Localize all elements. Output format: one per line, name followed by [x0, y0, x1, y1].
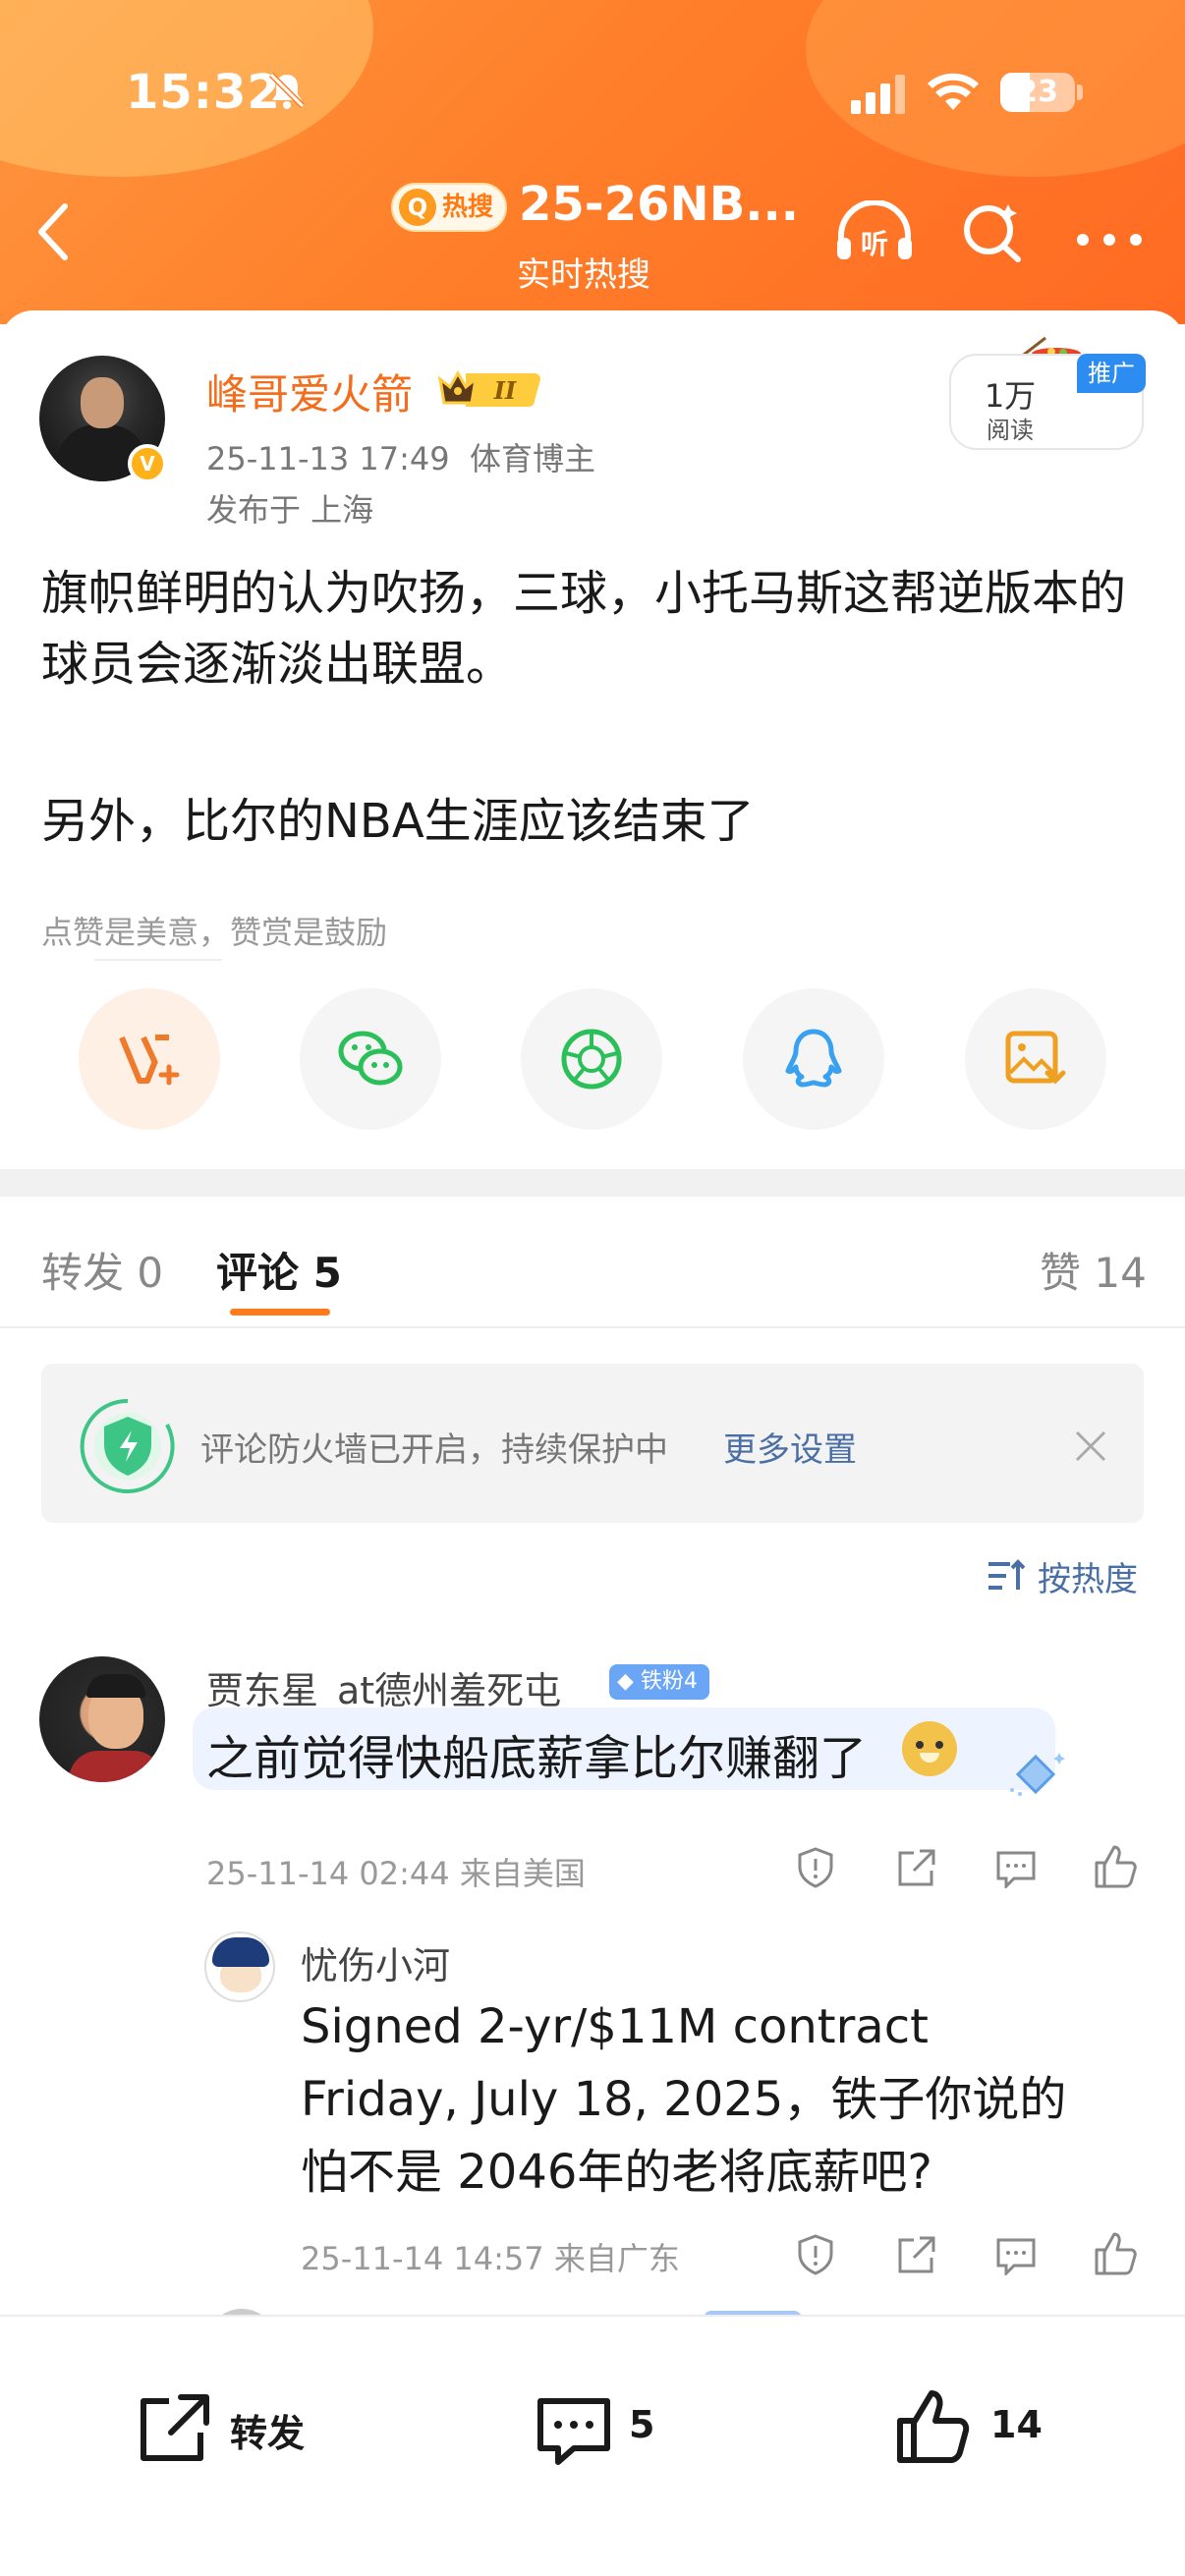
hint-divider — [94, 959, 222, 961]
reward-button[interactable] — [79, 988, 220, 1130]
share-icon[interactable] — [894, 2234, 937, 2277]
notice-text: 评论防火墙已开启，持续保护中 — [200, 1430, 668, 1470]
comment-count[interactable]: 5 — [629, 2403, 654, 2446]
report-icon[interactable] — [794, 2232, 837, 2275]
reward-v-icon — [119, 1035, 180, 1086]
active-tab-indicator — [230, 1309, 330, 1316]
moments-aperture-icon — [561, 1029, 622, 1090]
doge-emoji-icon — [902, 1721, 957, 1776]
firewall-notice: 评论防火墙已开启，持续保护中 更多设置 — [41, 1364, 1144, 1523]
tab-repost[interactable]: 转发 0 — [41, 1240, 163, 1300]
status-time: 15:32 — [126, 65, 281, 120]
reply-icon[interactable] — [994, 2236, 1038, 2275]
hot-search-tag[interactable]: Q 热搜 — [391, 183, 508, 232]
post-paragraph-2: 另外，比尔的NBA生涯应该结束了 — [41, 794, 755, 849]
listen-headphones-icon[interactable]: 听 — [833, 200, 916, 263]
flame-icon: Q — [399, 189, 436, 226]
save-image-button[interactable] — [965, 988, 1106, 1130]
commenter-name[interactable]: 贾东星_at德州羞死屯 — [206, 1660, 561, 1714]
tab-divider — [0, 1326, 1185, 1328]
commenter-avatar[interactable] — [39, 1656, 165, 1782]
member-crown-icon[interactable]: II — [436, 365, 546, 409]
page-title: 25-26NB... — [519, 177, 799, 232]
post-location: 发布于 上海 — [206, 491, 374, 529]
share-wechat-button[interactable] — [300, 988, 441, 1130]
wifi-icon — [926, 71, 981, 114]
comment-icon[interactable] — [535, 2395, 613, 2468]
battery-icon: 23 — [1000, 73, 1075, 112]
share-qq-button[interactable] — [743, 988, 884, 1130]
qq-penguin-icon — [785, 1029, 842, 1088]
replier-avatar[interactable] — [204, 1932, 275, 2002]
mute-bell-icon — [265, 69, 309, 112]
repost-label[interactable]: 转发 — [230, 2403, 305, 2457]
reply-text: Signed 2-yr/$11M contract Friday, July 1… — [301, 1999, 1067, 2200]
reply-meta: 25-11-14 14:57 来自广东 — [301, 2240, 680, 2277]
close-icon[interactable] — [1071, 1427, 1110, 1466]
battery-tip — [1077, 84, 1083, 100]
signal-icon — [851, 75, 910, 114]
image-download-icon — [1005, 1031, 1066, 1085]
fan-badge: ◆ 铁粉4 — [609, 1664, 709, 1700]
like-icon[interactable] — [1093, 1843, 1140, 1890]
comment-text: 之前觉得快船底薪拿比尔赚翻了 — [206, 1731, 868, 1786]
reply-icon[interactable] — [994, 1849, 1038, 1888]
wechat-icon — [338, 1031, 403, 1086]
like-count[interactable]: 14 — [990, 2403, 1043, 2446]
search-icon[interactable] — [959, 198, 1028, 267]
more-icon[interactable] — [1075, 232, 1144, 248]
repost-icon[interactable] — [136, 2393, 210, 2464]
ad-tag: 推广 — [1077, 354, 1146, 393]
report-icon[interactable] — [794, 1845, 837, 1888]
sort-label[interactable]: 按热度 — [1038, 1552, 1138, 1600]
share-icon[interactable] — [894, 1847, 937, 1890]
shield-icon — [77, 1395, 179, 1497]
sort-icon[interactable] — [987, 1558, 1026, 1594]
svg-text:听: 听 — [861, 228, 888, 260]
more-settings-link[interactable]: 更多设置 — [723, 1423, 857, 1471]
author-name[interactable]: 峰哥爱火箭 — [206, 362, 413, 421]
like-icon[interactable] — [1093, 2230, 1140, 2277]
diamond-icon — [1004, 1747, 1069, 1802]
replier-name[interactable]: 忧伤小河 — [301, 1935, 450, 1989]
reward-hint: 点赞是美意，赞赏是鼓励 — [41, 914, 388, 951]
like-icon[interactable] — [894, 2387, 973, 2466]
bottom-action-bar: 转发 5 14 — [0, 2315, 1185, 2576]
section-divider — [0, 1169, 1185, 1197]
comment-meta: 25-11-14 02:44 来自美国 — [206, 1855, 586, 1892]
svg-text:II: II — [493, 376, 517, 405]
tab-comments[interactable]: 评论 5 — [216, 1240, 342, 1300]
verified-badge-icon: V — [128, 444, 167, 483]
post-paragraph-1: 旗帜鲜明的认为吹扬，三球，小托马斯这帮逆版本的球员会逐渐淡出联盟。 — [41, 566, 1127, 692]
page-subtitle: 实时热搜 — [517, 255, 650, 295]
post-date-role: 25-11-13 17:49 体育博主 — [206, 440, 595, 477]
share-moments-button[interactable] — [521, 988, 662, 1130]
back-chevron-icon[interactable] — [33, 202, 73, 261]
tab-likes[interactable]: 赞 14 — [1040, 1240, 1147, 1300]
